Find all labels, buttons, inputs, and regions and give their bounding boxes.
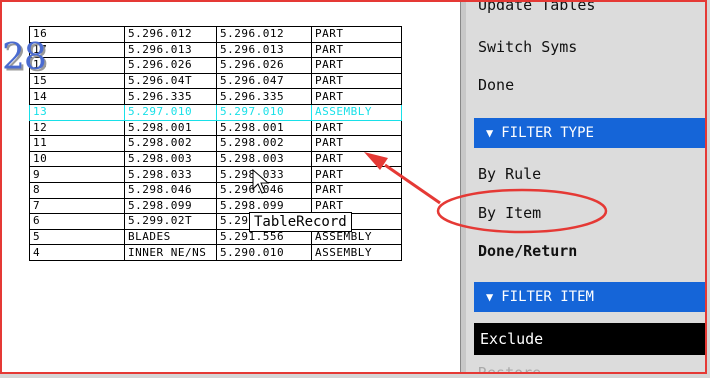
- table-cell: 5.299.02T: [124, 213, 217, 230]
- triangle-down-icon: ▼: [486, 290, 494, 304]
- table-cell: 14: [29, 88, 125, 105]
- table-cell: 5.297.010: [216, 103, 312, 121]
- table-cell: PART: [311, 135, 402, 152]
- table-cell: 5.298.002: [216, 135, 312, 152]
- table-cell: 4: [29, 244, 125, 261]
- table-cell: 5.298.046: [124, 181, 217, 199]
- table-cell: 5.298.003: [124, 150, 217, 168]
- filter-item-label: FILTER ITEM: [501, 289, 594, 305]
- mouse-cursor-icon: [252, 169, 270, 194]
- menu-item-by-item[interactable]: By Item: [478, 204, 541, 222]
- table-cell: PART: [311, 150, 402, 168]
- table-cell: 11: [29, 135, 125, 152]
- table-row[interactable]: 17 5.296.013 5.296.013 PART: [29, 41, 402, 59]
- table-cell: PART: [311, 181, 402, 199]
- menu-item-restore[interactable]: Restore: [478, 364, 541, 372]
- tooltip-tablerecord: TableRecord: [249, 212, 352, 232]
- table-cell: INNER NE/NS: [124, 244, 217, 261]
- table-row[interactable]: 15 5.296.04T 5.296.047 PART: [29, 72, 402, 90]
- menu-panel: Update Tables Switch Syms Done ▼ FILTER T…: [466, 2, 705, 372]
- table-cell: PART: [311, 88, 402, 105]
- table-cell: ASSEMBLY: [311, 103, 402, 121]
- table-cell: 6: [29, 213, 125, 230]
- menu-item-done-return[interactable]: Done/Return: [478, 242, 577, 260]
- table-cell: 7: [29, 197, 125, 215]
- table-cell: PART: [311, 72, 402, 90]
- table-cell: 12: [29, 119, 125, 137]
- table-cell: 5.296.013: [216, 41, 312, 59]
- table-cell: 5.298.099: [124, 197, 217, 215]
- table-row[interactable]: 10 5.298.003 5.298.003 PART: [29, 150, 402, 168]
- table-cell: 5.296.012: [124, 26, 217, 43]
- table-cell: 5.298.003: [216, 150, 312, 168]
- table-row[interactable]: 13 5.297.010 5.297.010 ASSEMBLY: [29, 103, 402, 121]
- table-cell: 5.298.001: [124, 119, 217, 137]
- table-row[interactable]: 4 INNER NE/NS 5.290.010 ASSEMBLY: [29, 244, 402, 261]
- table-cell: PART: [311, 57, 402, 74]
- table-row[interactable]: 8 5.298.046 5.296.046 PART: [29, 181, 402, 199]
- menu-item-by-rule[interactable]: By Rule: [478, 165, 541, 183]
- table-cell: 5.296.026: [216, 57, 312, 74]
- table-cell: 5.296.013: [124, 41, 217, 59]
- menu-item-exclude[interactable]: Exclude: [474, 323, 705, 355]
- table-cell: ASSEMBLY: [311, 244, 402, 261]
- menu-item-switch-syms[interactable]: Switch Syms: [478, 38, 577, 56]
- filter-item-header[interactable]: ▼ FILTER ITEM: [474, 282, 705, 312]
- table-cell: 5.296.335: [124, 88, 217, 105]
- table-row[interactable]: 16 5.296.026 5.296.026 PART: [29, 57, 402, 74]
- table-cell: 5.296.012: [216, 26, 312, 43]
- sheet-number: 28: [2, 37, 47, 78]
- table-cell: 5: [29, 228, 125, 246]
- screenshot-frame: 16 5.296.012 5.296.012 PART 17 5.296.013 5.296…: [0, 0, 707, 374]
- table-cell: 5.296.026: [124, 57, 217, 74]
- table-row[interactable]: 12 5.298.001 5.298.001 PART: [29, 119, 402, 137]
- exclude-label: Exclude: [480, 330, 544, 348]
- table-cell: 5.296.04T: [124, 72, 217, 90]
- table-cell: 5.298.002: [124, 135, 217, 152]
- table-row[interactable]: 11 5.298.002 5.298.002 PART: [29, 135, 402, 152]
- table-cell: 10: [29, 150, 125, 168]
- table-cell: 13: [29, 103, 125, 121]
- table-cell: 5.290.010: [216, 244, 312, 261]
- table-cell: 5.298.033: [124, 166, 217, 183]
- menu-item-done[interactable]: Done: [478, 76, 514, 94]
- filter-type-header[interactable]: ▼ FILTER TYPE: [474, 118, 705, 148]
- table-cell: 5.297.010: [124, 103, 217, 121]
- table-row[interactable]: 16 5.296.012 5.296.012 PART: [29, 26, 402, 43]
- menu-item-update-tables[interactable]: Update Tables: [478, 2, 595, 14]
- table-row[interactable]: 9 5.298.033 5.298.033 PART: [29, 166, 402, 183]
- table-cell: 5.296.047: [216, 72, 312, 90]
- table-cell: PART: [311, 119, 402, 137]
- table-cell: BLADES: [124, 228, 217, 246]
- filter-type-label: FILTER TYPE: [501, 125, 594, 141]
- table-cell: PART: [311, 41, 402, 59]
- table-cell: PART: [311, 26, 402, 43]
- table-cell: 5.296.335: [216, 88, 312, 105]
- triangle-down-icon: ▼: [486, 126, 494, 140]
- table-cell: 9: [29, 166, 125, 183]
- table-row[interactable]: 14 5.296.335 5.296.335 PART: [29, 88, 402, 105]
- drawing-area: 16 5.296.012 5.296.012 PART 17 5.296.013 5.296…: [2, 2, 460, 372]
- table-cell: 8: [29, 181, 125, 199]
- table-cell: PART: [311, 166, 402, 183]
- table-cell: 5.298.001: [216, 119, 312, 137]
